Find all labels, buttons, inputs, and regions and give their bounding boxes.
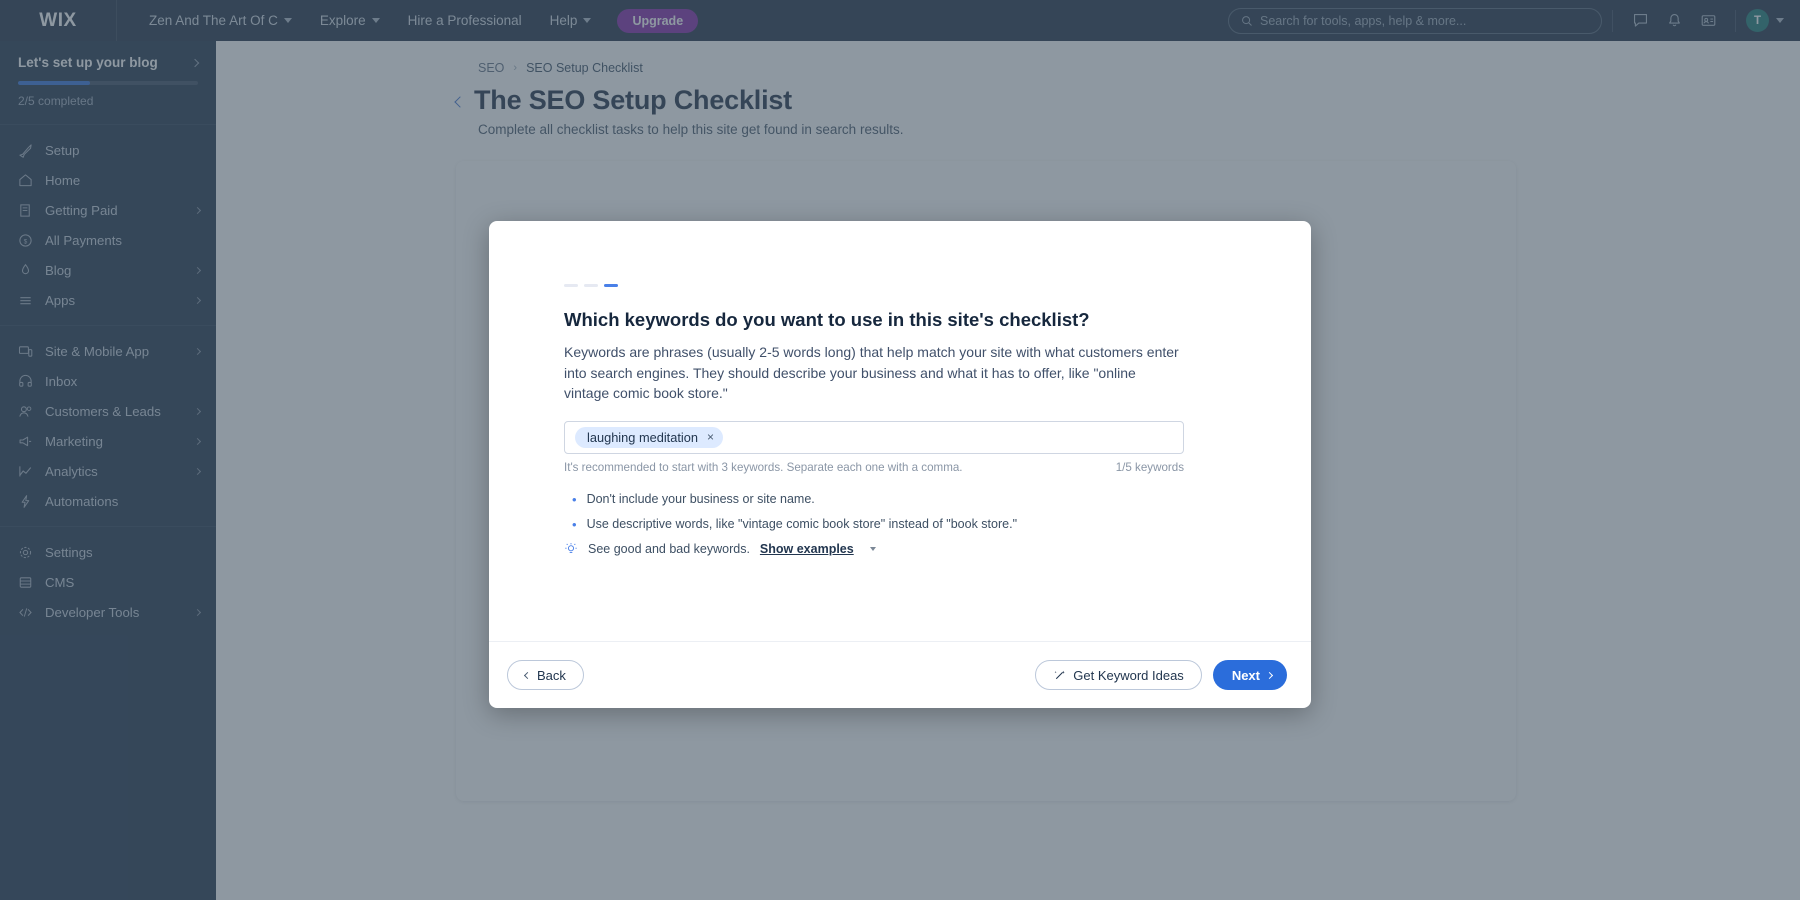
tip-item: • Don't include your business or site na… [564,492,1236,508]
keywords-hint: It's recommended to start with 3 keyword… [564,460,963,474]
modal-body: Which keywords do you want to use in thi… [489,221,1311,641]
next-button[interactable]: Next [1212,660,1287,690]
keywords-counter: 1/5 keywords [1115,460,1184,474]
keyword-tag-label: laughing meditation [587,429,698,445]
keyword-tips: • Don't include your business or site na… [564,492,1236,556]
footer-actions: Get Keyword Ideas Next [1035,660,1287,690]
back-button-label: Back [537,667,566,683]
step-dash [564,284,578,287]
next-button-label: Next [1231,667,1260,683]
step-dash [604,284,618,287]
chevron-left-icon [523,671,532,679]
tip-item: • Use descriptive words, like "vintage c… [564,517,1236,533]
keywords-modal: Which keywords do you want to use in thi… [489,221,1311,708]
lightbulb-icon [565,542,577,553]
step-indicator [564,284,1236,287]
back-button[interactable]: Back [507,660,584,690]
get-keyword-ideas-button[interactable]: Get Keyword Ideas [1035,660,1202,690]
keywords-meta: It's recommended to start with 3 keyword… [564,461,1184,474]
modal-footer: Back Get Keyword Ideas Next [489,641,1311,708]
show-examples-link[interactable]: Show examples [760,542,854,556]
modal-description: Keywords are phrases (usually 2-5 words … [564,344,1179,401]
get-keyword-ideas-label: Get Keyword Ideas [1073,667,1184,683]
magic-wand-icon [1054,670,1065,679]
examples-prompt-text: See good and bad keywords. [588,541,750,556]
remove-keyword-icon[interactable]: × [706,431,715,443]
step-dash [584,284,598,287]
bullet-icon: • [572,516,577,532]
tip-text: Use descriptive words, like "vintage com… [586,516,1018,531]
modal-title: Which keywords do you want to use in thi… [564,309,1090,330]
keywords-input[interactable]: laughing meditation × [564,420,1184,454]
bullet-icon: • [572,491,577,507]
tip-text: Don't include your business or site name… [586,491,815,506]
chevron-down-icon[interactable] [869,546,876,551]
keyword-tag[interactable]: laughing meditation × [575,426,724,448]
chevron-right-icon [1265,671,1274,679]
examples-row: See good and bad keywords. Show examples [564,542,1236,556]
